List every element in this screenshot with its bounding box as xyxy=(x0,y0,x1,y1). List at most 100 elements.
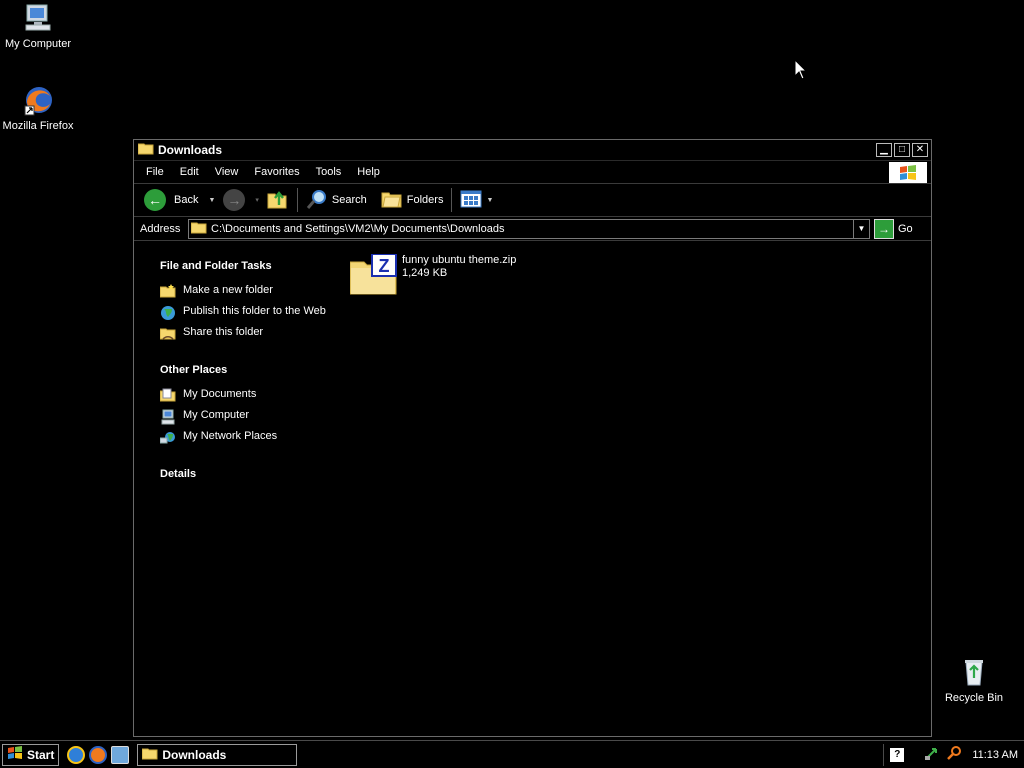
menu-view[interactable]: View xyxy=(207,166,247,178)
task-label: Publish this folder to the Web xyxy=(183,305,326,317)
file-folder-tasks-group: File and Folder Tasks Make a new folder … xyxy=(159,260,340,340)
place-label: My Network Places xyxy=(183,430,278,442)
search-icon xyxy=(306,188,328,213)
clock[interactable]: 11:13 AM xyxy=(972,749,1018,761)
folders-icon xyxy=(381,189,403,212)
back-arrow-icon: ← xyxy=(144,189,166,211)
forward-dropdown-icon[interactable]: ▾ xyxy=(255,196,259,204)
address-value: C:\Documents and Settings\VM2\My Documen… xyxy=(211,222,505,235)
menu-favorites[interactable]: Favorites xyxy=(246,166,307,178)
place-my-computer[interactable]: My Computer xyxy=(160,409,340,425)
computer-icon xyxy=(22,2,54,34)
explorer-window[interactable]: Downloads ▁ □ ✕ File Edit View Favorites… xyxy=(133,139,932,737)
file-size: 1,249 KB xyxy=(402,267,448,279)
details-heading[interactable]: Details xyxy=(160,468,340,480)
go-button[interactable]: → Go xyxy=(874,218,913,239)
folder-icon xyxy=(190,221,207,237)
show-desktop-icon[interactable] xyxy=(111,745,130,764)
menu-edit[interactable]: Edit xyxy=(172,166,207,178)
desktop-icon-label: My Computer xyxy=(4,38,72,50)
toolbar-separator xyxy=(451,188,453,212)
forward-arrow-icon: → xyxy=(223,189,246,211)
other-places-heading[interactable]: Other Places xyxy=(160,364,340,376)
title-bar[interactable]: Downloads ▁ □ ✕ xyxy=(134,140,931,161)
address-dropdown-button[interactable]: ▼ xyxy=(853,219,869,238)
back-dropdown-icon[interactable]: ▼ xyxy=(208,197,215,204)
views-button[interactable]: ▼ xyxy=(456,187,497,213)
network-status-icon[interactable] xyxy=(924,745,940,764)
firefox-icon xyxy=(22,84,54,116)
task-publish-folder[interactable]: Publish this folder to the Web xyxy=(160,305,340,320)
windows-logo-icon xyxy=(889,162,927,183)
file-folder-tasks-heading[interactable]: File and Folder Tasks xyxy=(160,260,340,272)
content-area: File and Folder Tasks Make a new folder … xyxy=(134,244,931,736)
recycle-bin-icon xyxy=(958,656,990,688)
back-button[interactable]: ← Back ▼ xyxy=(140,187,219,213)
back-label: Back xyxy=(174,194,199,206)
views-icon xyxy=(460,190,482,211)
details-group: Details xyxy=(160,468,340,480)
place-label: My Computer xyxy=(183,409,250,421)
place-my-documents[interactable]: My Documents xyxy=(159,388,340,402)
start-button[interactable]: Start xyxy=(2,743,60,766)
menu-file[interactable]: File xyxy=(138,166,172,178)
mouse-cursor-icon xyxy=(794,58,808,84)
task-share-folder[interactable]: Share this folder xyxy=(159,326,340,340)
share-folder-icon xyxy=(159,326,176,340)
close-button[interactable]: ✕ xyxy=(912,143,928,157)
folders-button[interactable]: Folders xyxy=(377,187,448,213)
desktop-icon-label: Recycle Bin xyxy=(944,692,1004,704)
desktop-icon-my-computer[interactable]: My Computer xyxy=(0,2,76,51)
folders-label: Folders xyxy=(406,194,444,206)
toolbar: ← Back ▼ → ▾ Search Folders ▼ xyxy=(134,184,931,217)
firefox-icon[interactable] xyxy=(89,745,108,764)
place-my-network-places[interactable]: My Network Places xyxy=(159,430,340,444)
quick-launch xyxy=(67,745,130,764)
address-bar: Address C:\Documents and Settings\VM2\My… xyxy=(134,217,931,241)
help-icon[interactable]: ? xyxy=(890,747,905,762)
place-label: My Documents xyxy=(183,388,257,400)
new-folder-icon xyxy=(159,284,176,298)
windows-logo-icon xyxy=(7,746,23,763)
forward-button[interactable]: → ▾ xyxy=(219,187,263,213)
maximize-button[interactable]: □ xyxy=(894,143,910,157)
file-name: funny ubuntu theme.zip xyxy=(402,254,517,266)
start-label: Start xyxy=(27,747,55,762)
taskbar-button-label: Downloads xyxy=(162,747,227,762)
views-dropdown-icon: ▼ xyxy=(486,196,494,204)
other-places-group: Other Places My Documents My Computer My… xyxy=(159,364,340,444)
internet-explorer-icon[interactable] xyxy=(67,745,86,764)
task-pane: File and Folder Tasks Make a new folder … xyxy=(159,260,340,504)
search-tray-icon[interactable] xyxy=(946,745,962,764)
menu-tools[interactable]: Tools xyxy=(308,166,350,178)
task-label: Make a new folder xyxy=(183,284,273,296)
go-label: Go xyxy=(898,222,913,235)
address-input[interactable]: C:\Documents and Settings\VM2\My Documen… xyxy=(188,218,870,239)
window-title: Downloads xyxy=(158,143,223,157)
desktop-icon-recycle-bin[interactable]: Recycle Bin xyxy=(936,656,1012,705)
up-button[interactable] xyxy=(263,187,293,213)
desktop-icon-label: Mozilla Firefox xyxy=(2,120,74,132)
menu-bar: File Edit View Favorites Tools Help xyxy=(134,161,931,184)
svg-text:Z: Z xyxy=(379,256,390,276)
taskbar: Start Downloads ? 11:13 AM xyxy=(0,740,1024,768)
file-item[interactable]: Z funny ubuntu theme.zip 1,249 KB xyxy=(349,253,517,296)
task-label: Share this folder xyxy=(183,326,264,338)
search-label: Search xyxy=(331,194,367,206)
minimize-button[interactable]: ▁ xyxy=(876,143,892,157)
network-places-icon xyxy=(159,430,176,444)
folder-icon xyxy=(137,142,154,158)
taskbar-button-downloads[interactable]: Downloads xyxy=(137,743,298,766)
folder-up-icon xyxy=(267,188,289,213)
globe-icon xyxy=(160,305,176,320)
system-tray: ? 11:13 AM xyxy=(883,743,1024,766)
search-button[interactable]: Search xyxy=(302,187,371,213)
task-make-new-folder[interactable]: Make a new folder xyxy=(159,284,340,298)
address-label: Address xyxy=(140,222,181,235)
desktop-icon-mozilla-firefox[interactable]: Mozilla Firefox xyxy=(0,84,76,133)
go-arrow-icon: → xyxy=(874,218,894,239)
menu-help[interactable]: Help xyxy=(349,166,388,178)
folder-icon xyxy=(141,747,158,763)
my-documents-icon xyxy=(159,388,176,402)
toolbar-separator xyxy=(296,188,298,212)
